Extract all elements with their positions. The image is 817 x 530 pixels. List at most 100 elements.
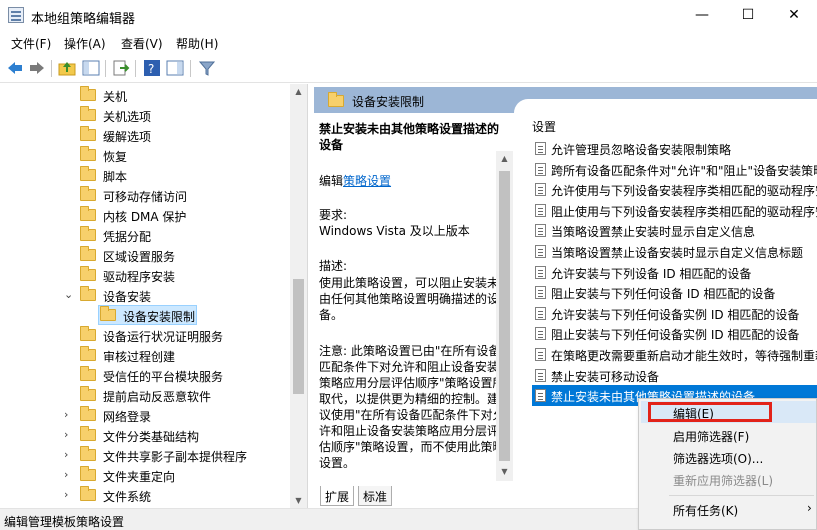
tree-item[interactable]: 脚本: [0, 165, 290, 185]
tree-item[interactable]: › 文件系统: [0, 485, 290, 505]
tree-item[interactable]: › 文件夹重定向: [0, 465, 290, 485]
tree-item[interactable]: 区域设置服务: [0, 245, 290, 265]
setting-row[interactable]: 禁止安装可移动设备: [532, 365, 817, 386]
tree-item[interactable]: 提前启动反恶意软件: [0, 385, 290, 405]
filter-icon[interactable]: [198, 59, 216, 77]
tree-scrollbar[interactable]: ▲ ▼: [290, 84, 307, 508]
tree-item[interactable]: 设备安装限制: [0, 305, 290, 325]
setting-row[interactable]: 在策略更改需要重新启动才能生效时，等待强制重新: [532, 344, 817, 365]
back-icon[interactable]: [6, 59, 24, 77]
menu-bar: 文件(F) 操作(A) 查看(V) 帮助(H): [0, 31, 817, 54]
folder-icon: [80, 126, 96, 141]
tree-item-label: 区域设置服务: [103, 250, 176, 264]
menu-help[interactable]: 帮助(H): [176, 35, 218, 52]
tree-item[interactable]: 设备运行状况证明服务: [0, 325, 290, 345]
policy-icon: [535, 265, 546, 279]
setting-row[interactable]: 当策略设置禁止设备安装时显示自定义信息标题: [532, 241, 817, 262]
setting-row[interactable]: 阻止安装与下列任何设备实例 ID 相匹配的设备: [532, 323, 817, 344]
tree-item[interactable]: › 网络登录: [0, 405, 290, 425]
svg-text:?: ?: [148, 62, 154, 76]
tree-item-label: 脚本: [103, 170, 128, 184]
show-hide-tree-icon[interactable]: [82, 59, 100, 77]
tree-item[interactable]: 恢复: [0, 145, 290, 165]
menu-item-reapply-filter-label: 重新应用筛选器(L): [673, 474, 774, 488]
tree-scroll-thumb[interactable]: [293, 279, 304, 394]
tab-extended[interactable]: 扩展: [320, 486, 355, 506]
menu-item-filter-options[interactable]: 筛选器选项(O)...: [641, 446, 816, 468]
setting-label: 阻止安装与下列任何设备 ID 相匹配的设备: [551, 287, 776, 302]
help-icon[interactable]: ?: [143, 59, 161, 77]
collapsed-chevron-icon[interactable]: ›: [64, 468, 68, 481]
collapsed-chevron-icon[interactable]: ›: [64, 488, 68, 501]
folder-icon: [80, 206, 96, 221]
menu-item-all-tasks[interactable]: 所有任务(K) ›: [641, 498, 816, 520]
desc-scroll-up-icon[interactable]: ▲: [496, 154, 513, 163]
tree-item[interactable]: 驱动程序安装: [0, 265, 290, 285]
setting-label: 允许安装与下列设备 ID 相匹配的设备: [551, 266, 752, 281]
setting-row[interactable]: 允许使用与下列设备安装程序类相匹配的驱动程序安: [532, 179, 817, 200]
requirements-label: 要求:: [319, 208, 348, 222]
menu-view[interactable]: 查看(V): [121, 35, 163, 52]
menu-file[interactable]: 文件(F): [11, 35, 51, 52]
menu-item-filter-options-label: 筛选器选项(O)...: [673, 452, 764, 466]
policy-icon: [535, 368, 546, 382]
show-hide-pane-icon[interactable]: [166, 59, 184, 77]
description-scrollbar[interactable]: ▲ ▼: [496, 151, 513, 481]
tree-item-label: 设备安装限制: [123, 310, 196, 324]
minimize-button[interactable]: —: [679, 0, 725, 31]
tree-item[interactable]: ⌄ 设备安装: [0, 285, 290, 305]
desc-scroll-thumb[interactable]: [499, 171, 510, 461]
tree-item-label: 文件共享影子副本提供程序: [103, 450, 248, 464]
tree-item[interactable]: 受信任的平台模块服务: [0, 365, 290, 385]
scroll-down-icon[interactable]: ▼: [290, 496, 307, 505]
tree-item-label: 设备安装: [103, 290, 152, 304]
tree-item[interactable]: 缓解选项: [0, 125, 290, 145]
tree-item-label: 恢复: [103, 150, 128, 164]
tree-item[interactable]: 关机: [0, 85, 290, 105]
export-list-icon[interactable]: [112, 59, 130, 77]
setting-row[interactable]: 阻止安装与下列任何设备 ID 相匹配的设备: [532, 282, 817, 303]
folder-icon: [80, 146, 96, 161]
folder-icon: [80, 466, 96, 481]
tree-item[interactable]: 凭据分配: [0, 225, 290, 245]
collapsed-chevron-icon[interactable]: ›: [64, 448, 68, 461]
menu-item-enable-filter[interactable]: 启用筛选器(F): [641, 424, 816, 446]
tab-standard[interactable]: 标准: [358, 486, 393, 506]
submenu-arrow-icon: ›: [807, 501, 812, 515]
setting-row[interactable]: 阻止使用与下列设备安装程序类相匹配的驱动程序安: [532, 200, 817, 221]
folder-icon: [80, 86, 96, 101]
policy-icon: [535, 142, 546, 155]
edit-policy-link[interactable]: 策略设置: [343, 174, 391, 188]
maximize-button[interactable]: ☐: [725, 0, 771, 31]
expanded-chevron-icon[interactable]: ⌄: [64, 288, 73, 301]
tree-item[interactable]: 关机选项: [0, 105, 290, 125]
setting-row[interactable]: 跨所有设备匹配条件对"允许"和"阻止"设备安装策略: [532, 159, 817, 180]
up-folder-icon[interactable]: [58, 59, 76, 77]
settings-column-header[interactable]: 设置: [532, 118, 556, 135]
policy-icon: [535, 224, 546, 238]
tree-item[interactable]: 审核过程创建: [0, 345, 290, 365]
setting-label: 允许使用与下列设备安装程序类相匹配的驱动程序安: [551, 184, 817, 199]
tree-item[interactable]: 可移动存储访问: [0, 185, 290, 205]
menu-action[interactable]: 操作(A): [64, 35, 106, 52]
edit-policy-line: 编辑策略设置: [319, 173, 509, 189]
setting-row[interactable]: 允许管理员忽略设备安装限制策略: [532, 138, 817, 159]
tree-item[interactable]: › 文件分类基础结构: [0, 425, 290, 445]
forward-icon[interactable]: [28, 59, 46, 77]
collapsed-chevron-icon[interactable]: ›: [64, 408, 68, 421]
tree-item[interactable]: 内核 DMA 保护: [0, 205, 290, 225]
tree-item-label: 凭据分配: [103, 230, 152, 244]
tree-item-label: 文件分类基础结构: [103, 430, 200, 444]
tree-item-label: 文件系统: [103, 490, 152, 504]
tree-item[interactable]: › 文件共享影子副本提供程序: [0, 445, 290, 465]
close-button[interactable]: ✕: [771, 0, 817, 31]
folder-icon: [80, 246, 96, 261]
setting-row[interactable]: 允许安装与下列任何设备实例 ID 相匹配的设备: [532, 303, 817, 324]
folder-icon: [80, 446, 96, 461]
setting-row[interactable]: 当策略设置禁止安装时显示自定义信息: [532, 220, 817, 241]
tree-item-label: 提前启动反恶意软件: [103, 390, 212, 404]
desc-scroll-down-icon[interactable]: ▼: [496, 467, 513, 476]
scroll-up-icon[interactable]: ▲: [290, 87, 307, 96]
setting-row[interactable]: 允许安装与下列设备 ID 相匹配的设备: [532, 262, 817, 283]
collapsed-chevron-icon[interactable]: ›: [64, 428, 68, 441]
